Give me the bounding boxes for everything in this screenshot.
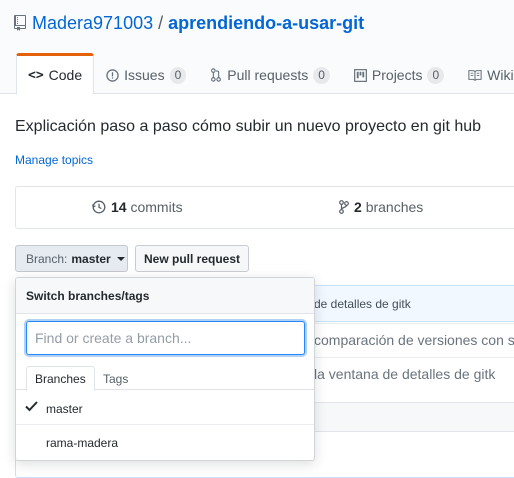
- tab-code-label: Code: [48, 67, 83, 83]
- issues-counter: 0: [169, 66, 187, 84]
- code-icon: <>: [28, 67, 44, 83]
- path-separator: /: [158, 12, 164, 33]
- current-branch-name: master: [71, 251, 111, 266]
- row-commit-message[interactable]: comparación de versiones con s: [314, 332, 514, 348]
- tab-issues[interactable]: Issues 0: [94, 53, 198, 95]
- check-icon: [25, 401, 38, 412]
- branch-item-master[interactable]: master: [16, 391, 314, 425]
- row-commit-message[interactable]: la ventana de detalles de gitk: [314, 366, 495, 382]
- tab-pull-requests[interactable]: Pull requests 0: [198, 53, 342, 95]
- projects-counter: 0: [427, 66, 445, 84]
- branch-icon: [339, 200, 349, 214]
- repo-nav-tabs: <> Code Issues 0 Pull requests 0 Project…: [16, 53, 514, 95]
- tab-branches[interactable]: Branches: [26, 366, 95, 391]
- tab-projects[interactable]: Projects 0: [342, 53, 456, 95]
- branch-item-label: master: [46, 402, 83, 416]
- branch-switcher-menu: Switch branches/tags Branches Tags maste…: [15, 277, 315, 461]
- tab-projects-label: Projects: [371, 67, 423, 83]
- repo-icon: [14, 15, 26, 31]
- latest-commit-message[interactable]: de detalles de gitk: [314, 297, 411, 311]
- branch-select-button[interactable]: Branch: master: [15, 245, 128, 272]
- branch-menu-tabs: Branches Tags: [16, 363, 314, 391]
- commits-label: commits: [130, 199, 183, 215]
- new-pull-request-button[interactable]: New pull request: [135, 245, 249, 272]
- repo-name-link[interactable]: aprendiendo-a-usar-git: [168, 13, 364, 34]
- manage-topics-link[interactable]: Manage topics: [15, 153, 93, 167]
- repo-owner-link[interactable]: Madera971003: [32, 13, 153, 34]
- pull-request-icon: [211, 68, 222, 82]
- history-icon: [92, 200, 106, 214]
- issue-icon: [106, 68, 119, 82]
- branch-menu-title: Switch branches/tags: [16, 278, 314, 314]
- pull-requests-counter: 0: [313, 66, 330, 84]
- branches-label: branches: [365, 199, 424, 215]
- branches-count: 2: [354, 199, 362, 215]
- book-icon: [468, 70, 482, 81]
- branches-link[interactable]: 2 branches: [339, 199, 423, 215]
- caret-down-icon: [116, 256, 125, 261]
- commits-count: 14: [111, 199, 127, 215]
- tab-code[interactable]: <> Code: [16, 53, 95, 95]
- repo-title: Madera971003 / aprendiendo-a-usar-git: [14, 10, 364, 36]
- tab-wiki-label: Wiki: [487, 67, 514, 83]
- branch-item-rama-madera[interactable]: rama-madera: [16, 425, 314, 459]
- branch-item-label: rama-madera: [46, 436, 119, 450]
- tab-issues-label: Issues: [124, 67, 165, 83]
- branch-filter-input[interactable]: [26, 321, 305, 355]
- repo-description: Explicación paso a paso cómo subir un nu…: [15, 118, 482, 135]
- repo-summary-bar: 14 commits 2 branches: [15, 186, 514, 229]
- tab-pull-requests-label: Pull requests: [227, 67, 309, 83]
- commits-link[interactable]: 14 commits: [92, 199, 183, 215]
- branch-select-label: Branch:: [26, 251, 68, 266]
- repository-header: Madera971003 / aprendiendo-a-usar-git <>…: [0, 0, 514, 95]
- tab-wiki[interactable]: Wiki: [456, 53, 514, 95]
- project-icon: [353, 68, 367, 82]
- tab-tags[interactable]: Tags: [94, 366, 137, 391]
